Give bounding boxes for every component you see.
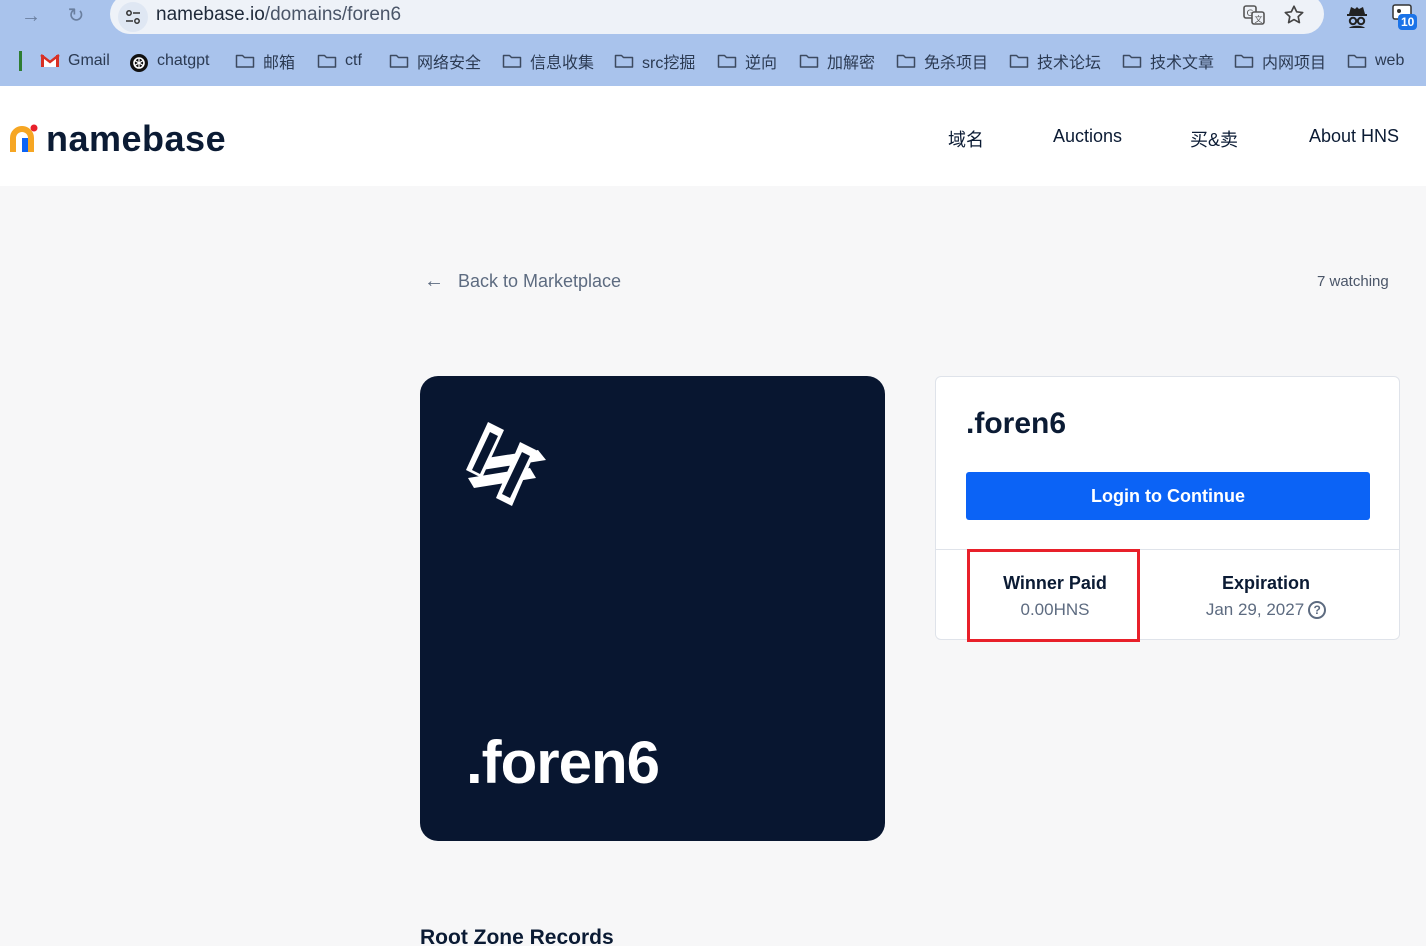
help-question-icon[interactable]: ? (1308, 601, 1327, 619)
extension-badge: 10 (1398, 14, 1418, 30)
bookmark-label: 邮箱 (263, 55, 296, 72)
nav-buy-sell[interactable]: 买&卖 (1190, 126, 1238, 152)
bookmarks-divider (19, 51, 22, 71)
reload-button[interactable]: ↻ (63, 4, 89, 28)
folder-icon (1347, 53, 1367, 69)
bookmark-0[interactable]: Gmail (40, 50, 110, 72)
bookmarks-bar: Gmail chatgpt 邮箱 ctf 网络安全 信息收集 src挖掘 逆向 加解密 免杀项目 技… (0, 44, 1426, 76)
nav-about-hns[interactable]: About HNS (1309, 126, 1399, 147)
folder-icon (235, 53, 255, 69)
expiration-stat: Expiration Jan 29, 2027? (1150, 573, 1382, 620)
bookmark-label: 技术文章 (1150, 55, 1215, 72)
namebase-logo[interactable]: namebase (10, 118, 226, 160)
handshake-logo-icon (460, 420, 552, 521)
forward-button[interactable]: → (18, 4, 44, 28)
bookmark-star-icon[interactable] (1283, 4, 1305, 26)
logo-text: namebase (46, 118, 227, 159)
url-text[interactable]: namebase.io/domains/foren6 (156, 4, 401, 26)
browser-chrome: → ↻ namebase.io/domains/foren6 G文 10 Gma… (0, 0, 1426, 86)
bookmark-label: Gmail (68, 52, 110, 69)
domain-title: .foren6 (966, 407, 1067, 440)
bookmark-label: 内网项目 (1262, 55, 1327, 72)
bookmark-label: src挖掘 (642, 55, 696, 72)
expiration-value-row: Jan 29, 2027? (1150, 600, 1382, 620)
url-host: namebase.io (156, 4, 265, 25)
folder-icon (799, 53, 819, 69)
bookmark-3[interactable]: ctf (317, 50, 362, 72)
url-path: /domains/foren6 (264, 4, 402, 25)
bookmark-label: 网络安全 (417, 55, 482, 72)
root-zone-records-title: Root Zone Records (420, 926, 614, 946)
folder-icon (896, 53, 916, 69)
bookmark-13[interactable]: web (1347, 50, 1404, 72)
domain-art-card: .foren6 (420, 376, 885, 841)
bookmark-label: ctf (345, 52, 362, 69)
bookmark-label: 信息收集 (530, 55, 595, 72)
bookmark-label: web (1375, 52, 1405, 69)
bookmark-8[interactable]: 加解密 (799, 50, 875, 72)
nav-auctions[interactable]: Auctions (1053, 126, 1122, 147)
bookmark-5[interactable]: 信息收集 (502, 50, 594, 72)
bookmark-label: 逆向 (745, 55, 778, 72)
bookmark-label: chatgpt (157, 52, 210, 69)
bookmark-11[interactable]: 技术文章 (1122, 50, 1214, 72)
bookmark-label: 免杀项目 (924, 55, 989, 72)
bookmark-9[interactable]: 免杀项目 (896, 50, 988, 72)
bookmark-label: 技术论坛 (1037, 55, 1102, 72)
art-domain-name: .foren6 (466, 729, 660, 796)
watching-count: 7 watching (1317, 273, 1389, 290)
folder-icon (502, 53, 522, 69)
bookmark-label: 加解密 (827, 55, 876, 72)
bookmark-2[interactable]: 邮箱 (235, 50, 295, 72)
expiration-label: Expiration (1221, 573, 1310, 593)
bookmark-10[interactable]: 技术论坛 (1009, 50, 1101, 72)
namebase-logo-icon (10, 124, 38, 154)
svg-text:文: 文 (1255, 14, 1263, 24)
expiration-value: Jan 29, 2027 (1205, 600, 1305, 619)
bookmark-7[interactable]: 逆向 (717, 50, 777, 72)
bookmark-6[interactable]: src挖掘 (614, 50, 695, 72)
bookmark-4[interactable]: 网络安全 (389, 50, 481, 72)
winner-paid-highlight-box (967, 549, 1140, 642)
folder-icon (1009, 53, 1029, 69)
bookmark-12[interactable]: 内网项目 (1234, 50, 1326, 72)
nav-domains[interactable]: 域名 (948, 126, 984, 152)
folder-icon (317, 53, 337, 69)
address-row: → ↻ namebase.io/domains/foren6 G文 10 (0, 0, 1426, 36)
login-to-continue-button[interactable]: Login to Continue (966, 472, 1370, 520)
folder-icon (389, 53, 409, 69)
address-bar[interactable]: namebase.io/domains/foren6 G文 (110, 0, 1324, 34)
bookmark-1[interactable]: chatgpt (129, 50, 209, 72)
back-label: Back to Marketplace (458, 271, 622, 291)
folder-icon (614, 53, 634, 69)
folder-icon (717, 53, 737, 69)
folder-icon (1122, 53, 1142, 69)
site-info-icon[interactable] (118, 2, 148, 32)
chatgpt-icon (129, 53, 149, 72)
folder-icon (1234, 53, 1254, 69)
incognito-extension-icon[interactable] (1343, 2, 1371, 30)
arrow-left-icon: ← (424, 270, 444, 292)
site-header: namebase 域名 Auctions 买&卖 About HNS (0, 86, 1426, 186)
back-to-marketplace-link[interactable]: ← Back to Marketplace (424, 270, 621, 293)
gmail-icon (40, 53, 60, 69)
translate-icon[interactable]: G文 (1243, 4, 1265, 26)
